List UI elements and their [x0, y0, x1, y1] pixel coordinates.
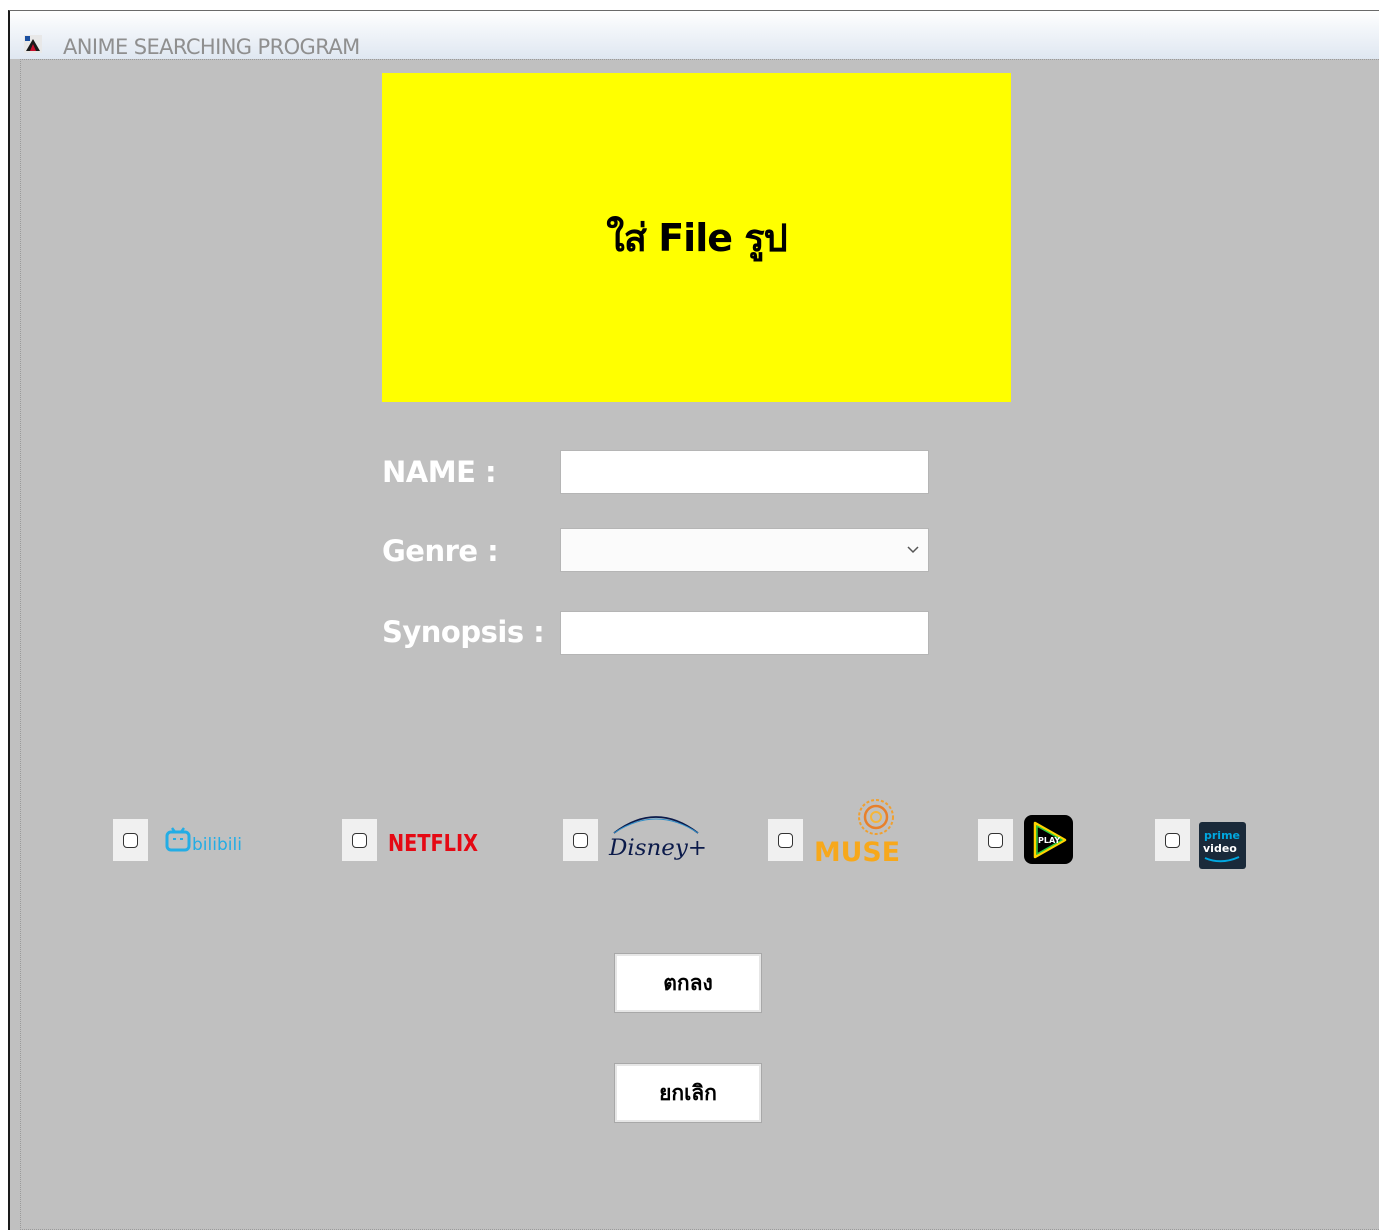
play-checkbox-box[interactable] [988, 832, 1003, 848]
play-logo-icon: PLAY [1024, 815, 1073, 864]
muse-logo-text: MUSE [814, 837, 900, 865]
bilibili-logo-icon: bilibili [165, 827, 242, 855]
name-label: NAME : [382, 455, 497, 489]
java-app-icon [24, 35, 42, 53]
image-placeholder-label: ใส่ File รูป [606, 216, 788, 260]
prime-video-logo-text-2: video [1203, 842, 1237, 855]
prime-video-logo-icon: prime video [1199, 822, 1246, 869]
title-bar[interactable]: ANIME SEARCHING PROGRAM [10, 11, 1379, 59]
synopsis-label: Synopsis : [382, 615, 545, 649]
prime-video-logo-text-1: prime [1204, 829, 1240, 842]
name-input[interactable] [560, 450, 929, 494]
muse-logo-icon: MUSE [814, 799, 900, 865]
ok-button[interactable]: ตกลง [614, 953, 762, 1013]
disney-plus-logo-icon: Disney+ [608, 816, 707, 861]
bilibili-checkbox-box[interactable] [123, 832, 138, 848]
prime-video-checkbox-box[interactable] [1165, 832, 1180, 848]
image-placeholder[interactable]: ใส่ File รูป [382, 73, 1011, 402]
netflix-checkbox-box[interactable] [352, 832, 367, 848]
disney-plus-logo-text: Disney+ [608, 836, 707, 861]
prime-video-checkbox[interactable] [1155, 819, 1190, 861]
synopsis-input[interactable] [560, 611, 929, 655]
play-logo-text: PLAY [1038, 836, 1060, 845]
cancel-button[interactable]: ยกเลิก [614, 1063, 762, 1123]
muse-checkbox[interactable] [768, 819, 803, 861]
window-title: ANIME SEARCHING PROGRAM [63, 35, 360, 59]
muse-checkbox-box[interactable] [778, 832, 793, 848]
play-checkbox[interactable] [978, 819, 1013, 861]
desktop: ANIME SEARCHING PROGRAM ใส่ File รูป NAM… [0, 0, 1379, 1230]
disney-plus-checkbox-box[interactable] [573, 832, 588, 848]
app-window: ANIME SEARCHING PROGRAM ใส่ File รูป NAM… [8, 10, 1379, 1230]
netflix-checkbox[interactable] [342, 819, 377, 861]
chevron-down-icon [907, 546, 919, 554]
genre-label: Genre : [382, 534, 499, 568]
bilibili-logo-text: bilibili [192, 835, 242, 855]
netflix-logo-text: NETFLIX [388, 831, 478, 857]
netflix-logo-icon: NETFLIX [388, 831, 478, 857]
disney-plus-checkbox[interactable] [563, 819, 598, 861]
bilibili-checkbox[interactable] [113, 819, 148, 861]
genre-select[interactable] [560, 528, 929, 572]
